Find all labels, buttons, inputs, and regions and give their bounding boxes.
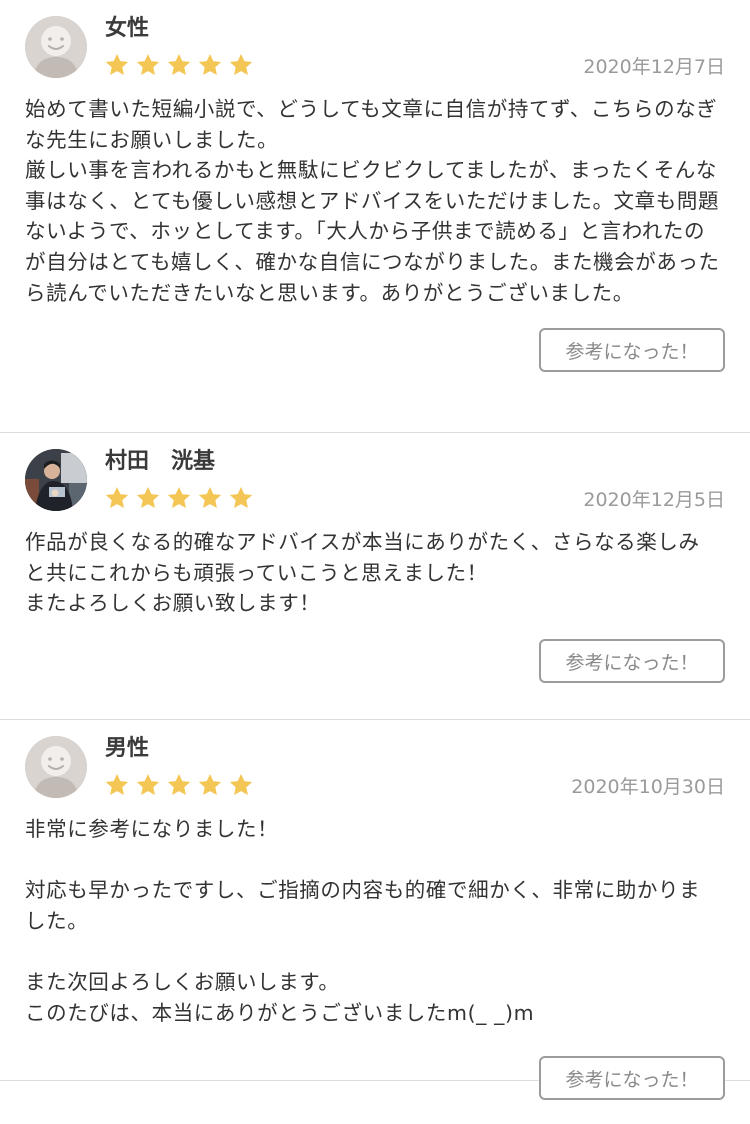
star-icon xyxy=(198,486,222,508)
star-icon xyxy=(105,486,129,508)
review-text: 始めて書いた短編小説で、どうしても文章に自信が持てず、こちらのなぎな先生にお願い… xyxy=(25,97,720,305)
star-icon xyxy=(136,53,160,75)
review-header: 男性 2020年10月30日 xyxy=(0,720,750,810)
review-date: 2020年12月7日 xyxy=(583,56,725,78)
star-icon xyxy=(105,773,129,795)
user-silhouette-icon xyxy=(25,16,87,78)
star-rating xyxy=(104,52,254,82)
avatar xyxy=(25,736,87,798)
helpful-button[interactable]: 参考になった！ xyxy=(539,1056,725,1101)
review-text: 作品が良くなる的確なアドバイスが本当にありがたく、さらなる楽しみと共にこれからも… xyxy=(25,530,700,616)
review-card: 村田 洸基 2020年12月5日 作品が良くなる的確なアドバイスが本当にありがた… xyxy=(0,433,750,720)
avatar xyxy=(25,16,87,78)
avatar xyxy=(25,449,87,511)
review-date: 2020年12月5日 xyxy=(583,489,725,511)
helpful-row: 参考になった！ xyxy=(0,1028,750,1124)
star-icon xyxy=(136,486,160,508)
helpful-button[interactable]: 参考になった！ xyxy=(539,328,725,373)
reviewer-name: 村田 洸基 xyxy=(105,449,216,474)
star-icon xyxy=(167,53,191,75)
review-card: 女性 2020年12月7日 始めて書いた短編小説で、どうしても文章に自信が持てず… xyxy=(0,0,750,433)
star-icon xyxy=(167,486,191,508)
user-photo-icon xyxy=(25,449,87,511)
star-icon xyxy=(229,53,253,75)
helpful-row: 参考になった！ xyxy=(0,619,750,715)
review-date: 2020年10月30日 xyxy=(571,776,725,798)
review-text: 非常に参考になりました！ 対応も早かったですし、ご指摘の内容も的確で細かく、非常… xyxy=(25,817,701,1025)
review-header: 村田 洸基 2020年12月5日 xyxy=(0,433,750,523)
reviewer-name: 男性 xyxy=(105,736,150,761)
star-icon xyxy=(136,773,160,795)
star-icon xyxy=(198,53,222,75)
reviewer-name: 女性 xyxy=(105,16,150,41)
star-icon xyxy=(198,773,222,795)
user-silhouette-icon xyxy=(25,736,87,798)
star-rating xyxy=(104,485,254,515)
review-header: 女性 2020年12月7日 xyxy=(0,0,750,90)
star-icon xyxy=(229,486,253,508)
star-icon xyxy=(167,773,191,795)
star-icon xyxy=(105,53,129,75)
review-list: 女性 2020年12月7日 始めて書いた短編小説で、どうしても文章に自信が持てず… xyxy=(0,0,750,1101)
star-icon xyxy=(229,773,253,795)
helpful-row: 参考になった！ xyxy=(0,308,750,404)
review-card: 男性 2020年10月30日 非常に参考になりました！ 対応も早かったですし、ご… xyxy=(0,720,750,1101)
helpful-button[interactable]: 参考になった！ xyxy=(539,638,725,683)
star-rating xyxy=(104,772,254,802)
